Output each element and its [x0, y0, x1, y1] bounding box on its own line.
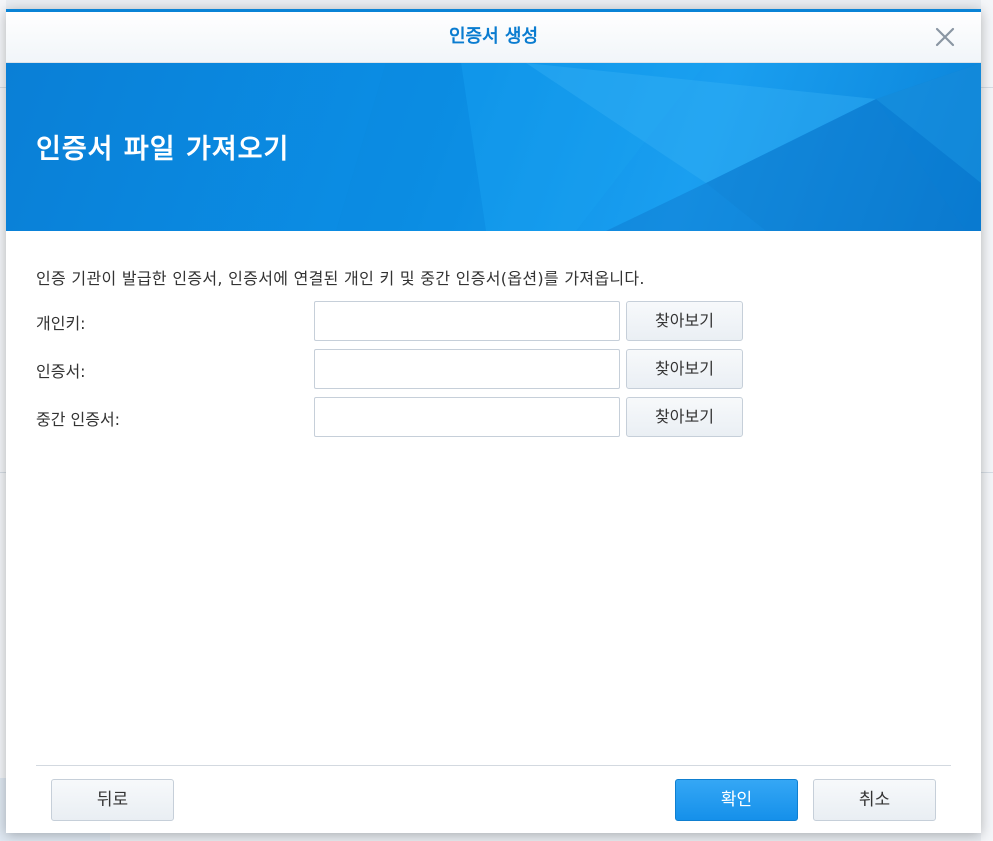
header-banner: 인증서 파일 가져오기: [6, 63, 981, 231]
private-key-browse-button[interactable]: 찾아보기: [626, 301, 743, 341]
certificate-label: 인증서:: [36, 362, 86, 381]
dialog-titlebar: 인증서 생성: [6, 12, 981, 63]
create-certificate-dialog: 인증서 생성 인증서 파일 가져오기 인증 기관이 발급한 인증서, 인증서에 …: [6, 9, 981, 833]
dialog-title: 인증서 생성: [448, 26, 539, 47]
intermediate-certificate-input[interactable]: [314, 397, 620, 437]
private-key-label: 개인키:: [36, 314, 86, 333]
close-icon[interactable]: [935, 27, 955, 47]
private-key-input[interactable]: [314, 301, 620, 341]
private-key-row: 개인키: 찾아보기: [36, 301, 756, 341]
certificate-input[interactable]: [314, 349, 620, 389]
ok-button[interactable]: 확인: [675, 779, 798, 821]
background-app-right: [981, 0, 993, 841]
certificate-row: 인증서: 찾아보기: [36, 349, 756, 389]
description-text: 인증 기관이 발급한 인증서, 인증서에 연결된 개인 키 및 중간 인증서(옵…: [36, 269, 645, 288]
cancel-button[interactable]: 취소: [813, 779, 936, 821]
footer-divider: [36, 765, 951, 767]
intermediate-certificate-row: 중간 인증서: 찾아보기: [36, 397, 756, 437]
certificate-browse-button[interactable]: 찾아보기: [626, 349, 743, 389]
banner-title: 인증서 파일 가져오기: [36, 134, 290, 165]
back-button[interactable]: 뒤로: [51, 779, 174, 821]
intermediate-certificate-browse-button[interactable]: 찾아보기: [626, 397, 743, 437]
intermediate-certificate-label: 중간 인증서:: [36, 410, 121, 429]
